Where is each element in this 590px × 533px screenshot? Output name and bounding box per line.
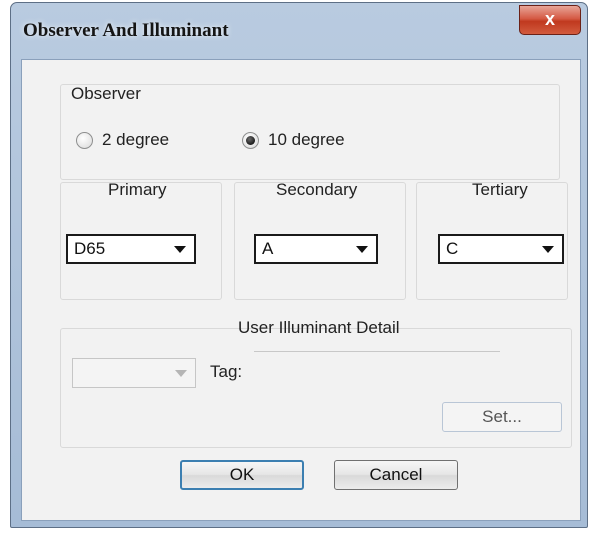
observer-illuminant-dialog: Observer And Illuminant x Observer 2 deg… [10, 2, 588, 528]
secondary-illuminant-value: A [262, 239, 274, 258]
tertiary-label: Tertiary [472, 180, 528, 199]
radio-10-degree-label[interactable]: 10 degree [268, 130, 345, 150]
set-button[interactable]: Set... [442, 402, 562, 432]
secondary-illuminant-select[interactable]: A [254, 234, 378, 264]
cancel-button[interactable]: Cancel [334, 460, 458, 490]
close-button[interactable]: x [519, 5, 581, 35]
detail-divider [254, 351, 500, 352]
chevron-down-icon [175, 370, 187, 377]
user-illuminant-detail-label: User Illuminant Detail [238, 318, 400, 337]
title-bar[interactable]: Observer And Illuminant x [11, 3, 587, 61]
close-icon: x [544, 9, 555, 29]
tertiary-illuminant-value: C [446, 239, 459, 258]
dialog-client-area: Observer 2 degree 10 degree Primary D65 … [21, 59, 581, 521]
chevron-down-icon [174, 246, 186, 253]
primary-illuminant-value: D65 [74, 239, 106, 258]
window-title: Observer And Illuminant [23, 20, 229, 41]
ok-button[interactable]: OK [180, 460, 304, 490]
radio-10-degree[interactable] [242, 132, 259, 149]
chevron-down-icon [356, 246, 368, 253]
chevron-down-icon [542, 246, 554, 253]
secondary-label: Secondary [276, 180, 358, 199]
tag-label: Tag: [210, 362, 243, 381]
user-illuminant-select[interactable] [72, 358, 196, 388]
tertiary-illuminant-select[interactable]: C [438, 234, 564, 264]
primary-label: Primary [108, 180, 167, 199]
observer-group-label: Observer [71, 84, 141, 103]
primary-illuminant-select[interactable]: D65 [66, 234, 196, 264]
radio-2-degree-label[interactable]: 2 degree [102, 130, 169, 150]
radio-2-degree[interactable] [76, 132, 93, 149]
